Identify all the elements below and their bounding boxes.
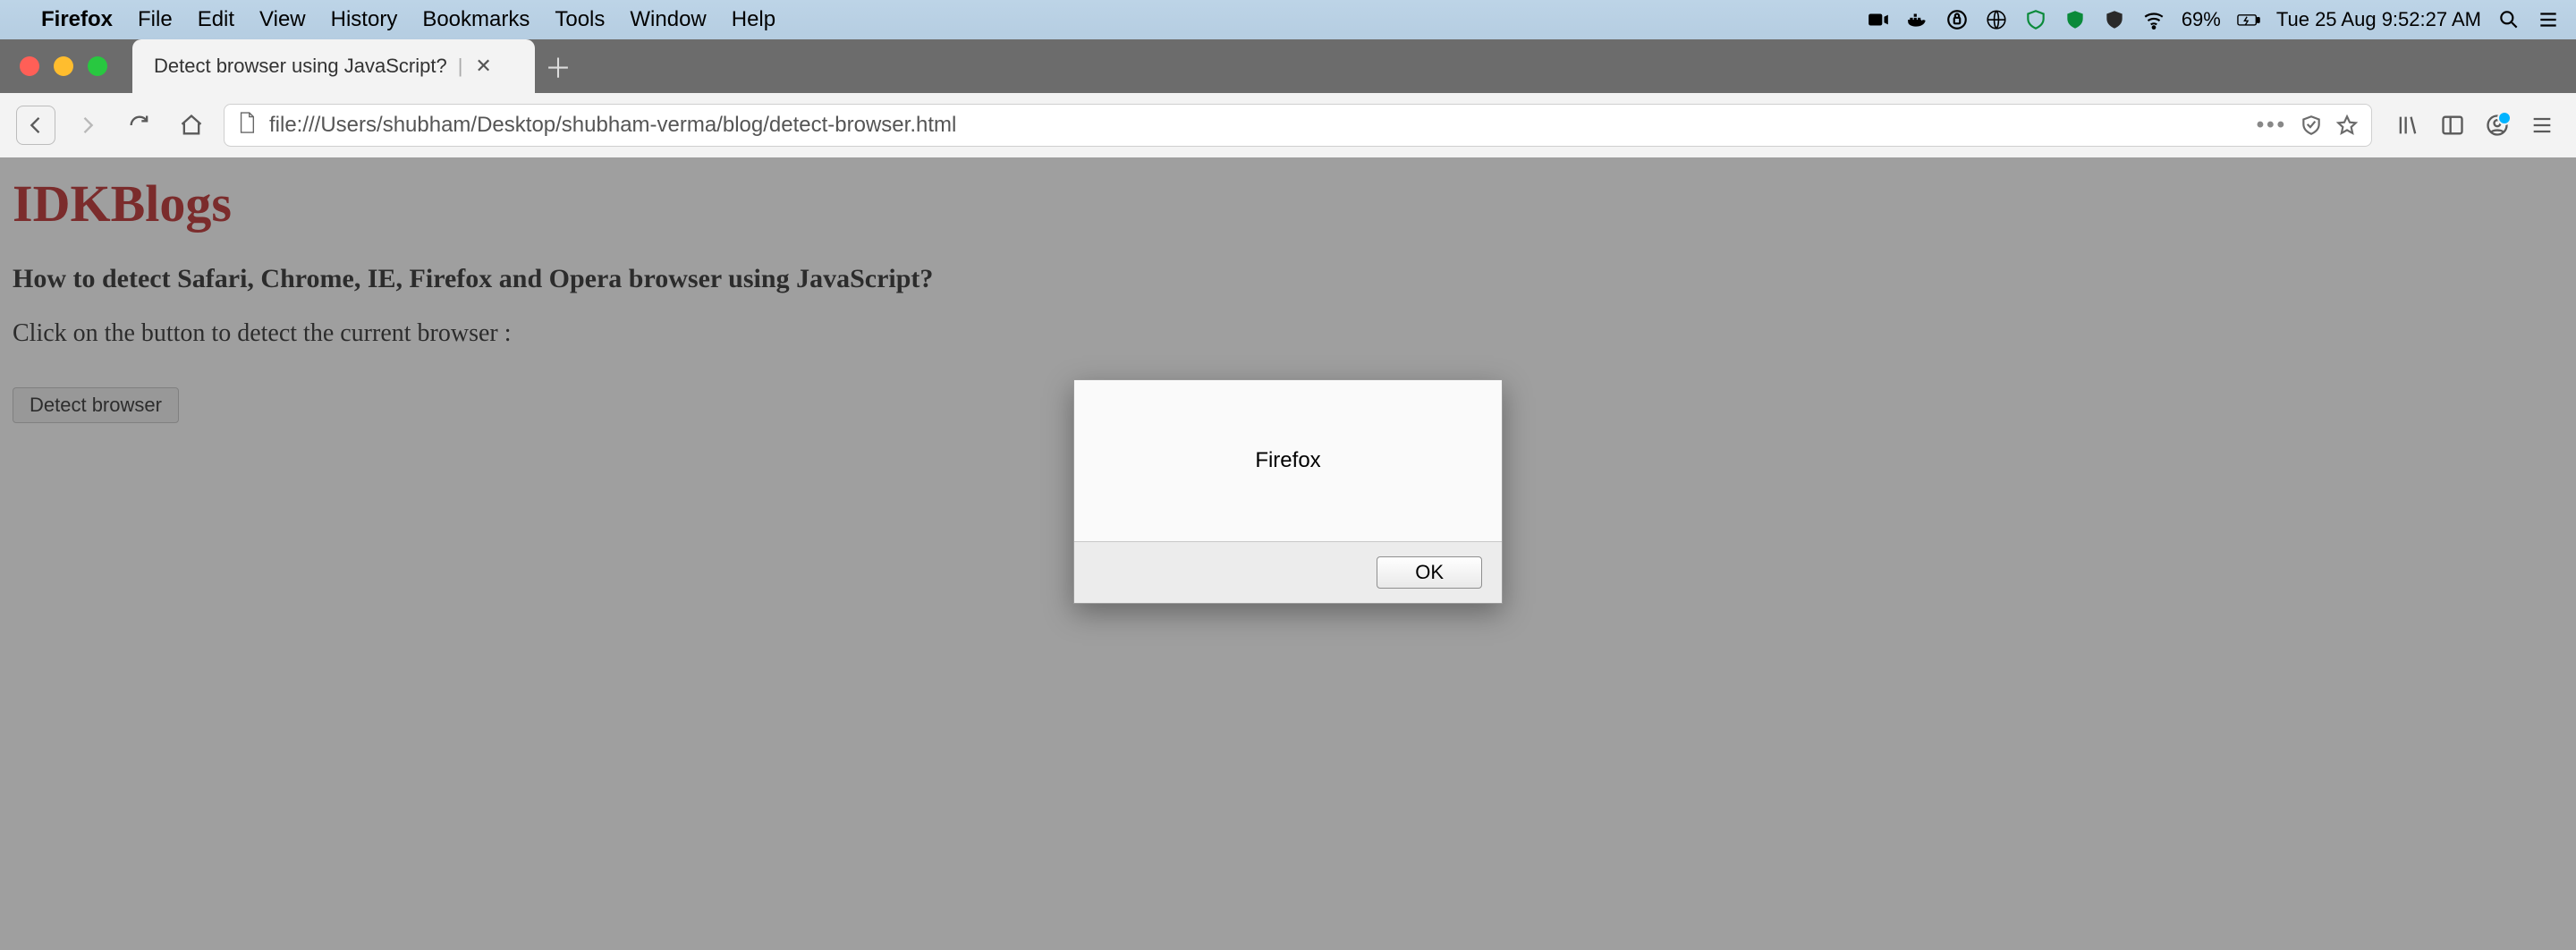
- new-tab-button[interactable]: ＋: [535, 39, 581, 93]
- url-bar[interactable]: file:///Users/shubham/Desktop/shubham-ve…: [224, 104, 2372, 147]
- menu-view[interactable]: View: [259, 7, 306, 32]
- tab-bar: Detect browser using JavaScript? | ✕ ＋: [0, 39, 2576, 93]
- page-actions-icon[interactable]: •••: [2257, 113, 2287, 138]
- wifi-icon[interactable]: [2142, 8, 2165, 31]
- menubar-left: Firefox File Edit View History Bookmarks…: [16, 7, 775, 32]
- account-icon[interactable]: [2485, 113, 2510, 138]
- keychain-icon[interactable]: [1945, 8, 1969, 31]
- window-minimize-button[interactable]: [54, 56, 73, 76]
- menu-edit[interactable]: Edit: [198, 7, 234, 32]
- menubar-right: 69% Tue 25 Aug 9:52:27 AM: [1867, 8, 2560, 31]
- window-controls: [0, 39, 132, 93]
- menu-help[interactable]: Help: [732, 7, 775, 32]
- shield-dark-icon[interactable]: [2103, 8, 2126, 31]
- reader-mode-icon[interactable]: [2300, 114, 2323, 137]
- control-center-icon[interactable]: [2537, 8, 2560, 31]
- window-close-button[interactable]: [20, 56, 39, 76]
- spotlight-search-icon[interactable]: [2497, 8, 2521, 31]
- file-page-icon: [237, 111, 257, 140]
- home-button[interactable]: [172, 106, 211, 145]
- alert-dialog: Firefox OK: [1073, 379, 1503, 604]
- facetime-icon[interactable]: [1867, 8, 1890, 31]
- reload-button[interactable]: [120, 106, 159, 145]
- menu-history[interactable]: History: [331, 7, 398, 32]
- tab-close-icon[interactable]: ✕: [475, 55, 491, 78]
- shield-outline-icon[interactable]: [2024, 8, 2047, 31]
- browser-chrome: Detect browser using JavaScript? | ✕ ＋ f…: [0, 39, 2576, 157]
- menu-window[interactable]: Window: [630, 7, 706, 32]
- hamburger-menu-icon[interactable]: [2529, 113, 2555, 138]
- browser-tab[interactable]: Detect browser using JavaScript? | ✕: [132, 39, 535, 93]
- toolbar-right: [2385, 113, 2560, 138]
- alert-message: Firefox: [1074, 380, 1502, 541]
- tab-title: Detect browser using JavaScript?: [154, 55, 447, 78]
- address-bar-row: file:///Users/shubham/Desktop/shubham-ve…: [0, 93, 2576, 157]
- nav-forward-button[interactable]: [68, 106, 107, 145]
- menu-tools[interactable]: Tools: [555, 7, 605, 32]
- macos-menubar: Firefox File Edit View History Bookmarks…: [0, 0, 2576, 39]
- battery-percent[interactable]: 69%: [2182, 8, 2221, 31]
- library-icon[interactable]: [2395, 113, 2420, 138]
- tab-divider: |: [458, 55, 463, 78]
- alert-ok-button[interactable]: OK: [1377, 556, 1482, 589]
- globe-icon[interactable]: [1985, 8, 2008, 31]
- sidebar-icon[interactable]: [2440, 113, 2465, 138]
- url-text: file:///Users/shubham/Desktop/shubham-ve…: [269, 113, 2244, 138]
- app-name[interactable]: Firefox: [41, 7, 113, 32]
- window-zoom-button[interactable]: [88, 56, 107, 76]
- alert-footer: OK: [1074, 541, 1502, 603]
- menubar-clock[interactable]: Tue 25 Aug 9:52:27 AM: [2276, 8, 2481, 31]
- bookmark-star-icon[interactable]: [2335, 114, 2359, 137]
- battery-charging-icon[interactable]: [2237, 8, 2260, 31]
- menu-file[interactable]: File: [138, 7, 173, 32]
- docker-icon[interactable]: [1906, 8, 1929, 31]
- nav-back-button[interactable]: [16, 106, 55, 145]
- shield-filled-icon[interactable]: [2063, 8, 2087, 31]
- viewport: IDKBlogs How to detect Safari, Chrome, I…: [0, 157, 2576, 950]
- menu-bookmarks[interactable]: Bookmarks: [422, 7, 530, 32]
